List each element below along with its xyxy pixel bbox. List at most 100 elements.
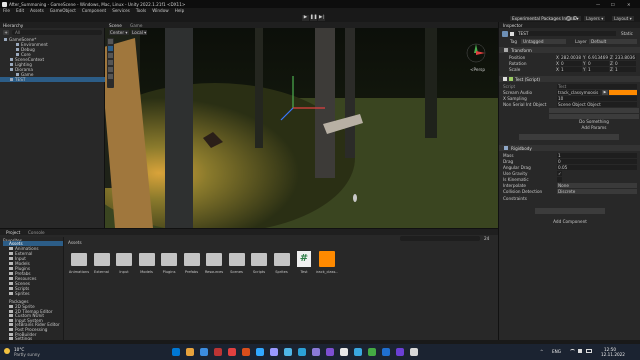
asset-item[interactable]: Plugins [158, 250, 180, 290]
transform-z-field[interactable]: 233.8036 [614, 55, 636, 61]
scene-viewport[interactable] [105, 28, 498, 228]
taskbar-app-icon[interactable] [340, 348, 348, 356]
transform-z-field[interactable]: 0 [614, 61, 636, 67]
object-name-field[interactable]: TEST [516, 31, 616, 36]
taskbar-app-icon[interactable] [256, 348, 264, 356]
pause-button[interactable]: ❚❚ [310, 15, 318, 21]
wifi-icon[interactable] [570, 349, 575, 353]
play-audio-button[interactable]: ▶ [602, 90, 608, 95]
rect-tool-icon[interactable] [108, 67, 113, 72]
step-button[interactable]: ▶| [318, 15, 325, 21]
battery-icon[interactable] [586, 349, 592, 353]
add-params-inline-button[interactable]: Add Params [549, 114, 639, 130]
taskbar-app-icon[interactable] [410, 348, 418, 356]
language-indicator[interactable]: ENG [552, 349, 561, 354]
taskbar-app-icon[interactable] [354, 348, 362, 356]
hierarchy-tab[interactable]: Hierarchy [3, 23, 23, 28]
taskbar-app-icon[interactable] [270, 348, 278, 356]
search-icon[interactable] [573, 15, 577, 20]
history-icon[interactable] [566, 15, 571, 21]
add-component-button[interactable]: Add Component [535, 208, 605, 224]
taskbar-app-icon[interactable] [186, 348, 194, 356]
layers-dropdown[interactable]: Layers ▾ [584, 15, 606, 21]
transform-z-field[interactable]: 1 [614, 67, 636, 73]
rigidbody-field-value[interactable] [557, 177, 562, 182]
taskbar-app-icon[interactable] [382, 348, 390, 356]
rigidbody-field-value[interactable]: None [557, 183, 637, 189]
layout-dropdown[interactable]: Layout ▾ [612, 15, 634, 21]
taskbar-app-icon[interactable] [242, 348, 250, 356]
script-enabled-checkbox[interactable] [503, 77, 507, 81]
rigidbody-field-value[interactable]: 1 [557, 153, 637, 159]
active-checkbox[interactable] [510, 32, 514, 36]
do-something-button[interactable]: Do Something [549, 108, 639, 124]
transform-x-field[interactable]: 0 [560, 61, 582, 67]
script-field-value[interactable]: track_classymoosis [557, 90, 600, 96]
close-button[interactable]: ✕ [627, 2, 631, 7]
hand-tool-icon[interactable] [108, 39, 113, 44]
rigidbody-field-value[interactable]: 0.05 [557, 165, 637, 171]
script-field-value[interactable]: Test [557, 84, 637, 90]
script-header[interactable]: Test (Script) [499, 76, 640, 82]
taskbar-app-icon[interactable] [172, 348, 180, 356]
constraints-foldout[interactable]: Constraints [503, 196, 527, 201]
transform-y-field[interactable]: 0 [587, 61, 609, 67]
asset-item[interactable]: Input [113, 250, 135, 290]
minimize-button[interactable]: — [596, 2, 600, 7]
asset-item[interactable]: Scripts [248, 250, 270, 290]
clock-date[interactable]: 12.11.2022 [601, 352, 625, 357]
play-button[interactable]: ▶ [302, 15, 309, 21]
asset-item[interactable]: Scenes [226, 250, 248, 290]
pivot-center-dropdown[interactable]: Center ▾ [109, 30, 129, 36]
taskbar-app-icon[interactable] [284, 348, 292, 356]
transform-y-field[interactable]: 1 [587, 67, 609, 73]
asset-item[interactable]: External [91, 250, 113, 290]
taskbar-app-icon[interactable] [326, 348, 334, 356]
hierarchy-item[interactable]: TEST [0, 77, 105, 82]
rigidbody-field-value[interactable]: 0 [557, 159, 637, 165]
rigidbody-field-value[interactable]: Discrete [557, 189, 637, 195]
transform-x-field[interactable]: 282.0038 [560, 55, 582, 61]
transform-tool-icon[interactable] [108, 74, 113, 79]
project-search-input[interactable] [400, 236, 480, 241]
static-toggle[interactable]: Static [621, 31, 633, 36]
pivot-local-dropdown[interactable]: Local ▾ [131, 30, 148, 36]
rigidbody-header[interactable]: Rigidbody [499, 145, 640, 151]
taskbar-app-icon[interactable] [368, 348, 376, 356]
inspector-tab[interactable]: Inspector [503, 23, 523, 28]
add-params-button[interactable]: Add Params [519, 134, 619, 150]
taskbar-app-icon[interactable] [228, 348, 236, 356]
script-field-value[interactable]: Scene Object Object [557, 102, 637, 108]
taskbar-app-icon[interactable] [298, 348, 306, 356]
add-object-icon[interactable]: + [3, 30, 9, 35]
weather-text[interactable]: Partly sunny [14, 352, 40, 357]
tab-project[interactable]: Project [6, 230, 20, 235]
move-tool-icon[interactable] [108, 46, 113, 51]
asset-item[interactable]: track_class... [316, 250, 338, 290]
asset-item[interactable]: Animations [68, 250, 90, 290]
transform-header[interactable]: Transform [499, 47, 640, 53]
rigidbody-field-value[interactable]: ✓ [557, 171, 562, 176]
asset-item[interactable]: Prefabs [181, 250, 203, 290]
script-field-value[interactable]: 10 [557, 96, 637, 102]
taskbar-app-icon[interactable] [214, 348, 222, 356]
layer-dropdown[interactable]: Default [589, 39, 637, 45]
taskbar-app-icon[interactable] [200, 348, 208, 356]
taskbar-app-icon[interactable] [396, 348, 404, 356]
maximize-button[interactable]: ☐ [611, 2, 615, 7]
transform-x-field[interactable]: 1 [560, 67, 582, 73]
asset-item[interactable]: # Test [293, 250, 315, 290]
tab-console[interactable]: Console [28, 230, 45, 235]
tray-chevron-icon[interactable]: ^ [540, 349, 543, 354]
taskbar-app-icon[interactable] [312, 348, 320, 356]
asset-item[interactable]: Models [136, 250, 158, 290]
hierarchy-search-input[interactable]: All [12, 30, 102, 35]
transform-y-field[interactable]: 6.913469 [587, 55, 609, 61]
scale-tool-icon[interactable] [108, 60, 113, 65]
tag-dropdown[interactable]: Untagged [521, 39, 566, 45]
assets-tree-item[interactable]: Sprites [0, 291, 64, 296]
speaker-icon[interactable] [578, 349, 582, 353]
rotate-tool-icon[interactable] [108, 53, 113, 58]
asset-item[interactable]: Resources [203, 250, 225, 290]
breadcrumb[interactable]: Assets [68, 240, 82, 245]
